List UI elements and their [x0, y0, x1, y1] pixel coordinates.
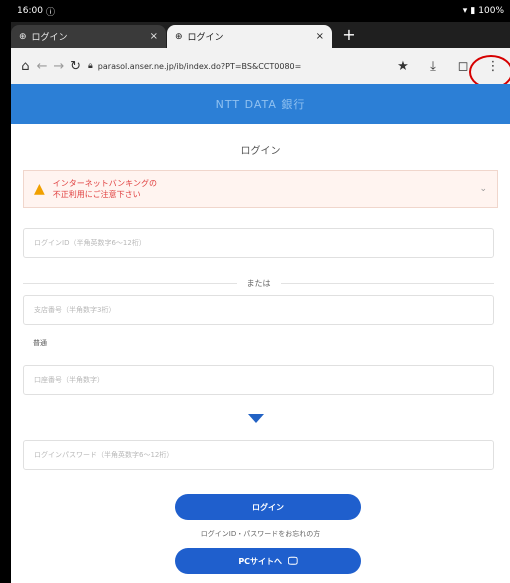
- tab-strip: ⊕ ログイン × ⊕ ログイン × +: [11, 22, 510, 48]
- site-header: NTT DATA 銀行: [11, 84, 510, 124]
- or-text: または: [246, 278, 271, 288]
- tab-login-1[interactable]: ⊕ ログイン ×: [11, 25, 166, 48]
- account-type-label: 普通: [33, 339, 47, 347]
- new-tab-button[interactable]: +: [339, 25, 359, 45]
- site-title: NTT DATA 銀行: [215, 98, 306, 111]
- forward-arrow-icon[interactable]: →: [51, 55, 68, 77]
- globe-icon: ⊕: [175, 31, 183, 42]
- more-menu-icon[interactable]: ⋮: [482, 55, 504, 77]
- divider-line: [280, 282, 494, 284]
- home-icon[interactable]: ⌂: [17, 55, 34, 77]
- lock-icon: 🔒︎: [88, 61, 93, 71]
- battery-icon: ▮: [470, 6, 476, 16]
- device-screen: 16:00 ⓘ ▾ ▮ 100% ⊕ ログイン × ⊕ ログイン × + ⌂ ←…: [0, 0, 510, 583]
- web-page: NTT DATA 銀行 ログイン ▲ インターネットバンキングの 不正利用にご注…: [11, 84, 510, 583]
- status-left: 16:00 ⓘ: [17, 5, 55, 18]
- warning-line-1: インターネットバンキングの: [52, 179, 157, 188]
- monitor-icon: 🖵︎: [288, 555, 298, 567]
- arrow-down-icon: [248, 414, 264, 423]
- info-icon: ⓘ: [45, 7, 55, 18]
- address-bar[interactable]: 🔒︎ parasol.anser.ne.jp/ib/index.do?PT=BS…: [88, 54, 388, 78]
- star-icon[interactable]: ★: [392, 55, 414, 77]
- divider-line: [23, 282, 237, 284]
- battery-percent: 100%: [478, 6, 504, 16]
- reload-icon[interactable]: ↻: [67, 55, 84, 77]
- tab-title: ログイン: [187, 33, 224, 43]
- tab-login-2[interactable]: ⊕ ログイン ×: [167, 25, 332, 48]
- login-id-input[interactable]: ログインID（半角英数字6〜12桁）: [23, 228, 494, 258]
- url-text: parasol.anser.ne.jp/ib/index.do?PT=BS&CC…: [97, 61, 302, 71]
- globe-icon: ⊕: [19, 31, 27, 42]
- chevron-down-icon[interactable]: ⌄: [479, 184, 487, 194]
- status-bar: 16:00 ⓘ ▾ ▮ 100%: [11, 0, 510, 22]
- page-title: ログイン: [240, 146, 281, 157]
- or-divider: または: [23, 276, 494, 290]
- back-arrow-icon[interactable]: ←: [34, 55, 51, 77]
- warning-text: インターネットバンキングの 不正利用にご注意下さい: [53, 178, 480, 200]
- branch-number-input[interactable]: 支店番号（半角数字3桁）: [23, 295, 494, 325]
- close-icon[interactable]: ×: [316, 31, 324, 42]
- download-icon[interactable]: ⤓: [422, 55, 444, 77]
- warning-line-2: 不正利用にご注意下さい: [52, 190, 141, 199]
- fraud-warning-banner[interactable]: ▲ インターネットバンキングの 不正利用にご注意下さい ⌄: [23, 170, 498, 208]
- wifi-icon: ▾: [462, 6, 468, 16]
- close-icon[interactable]: ×: [150, 31, 158, 42]
- warning-icon: ▲: [34, 181, 45, 197]
- login-button[interactable]: ログイン: [175, 494, 361, 520]
- status-time: 16:00: [17, 6, 43, 16]
- forgot-credentials-link[interactable]: ログインID・パスワードをお忘れの方: [11, 529, 510, 539]
- account-number-input[interactable]: 口座番号（半角数字）: [23, 365, 494, 395]
- tab-title: ログイン: [31, 33, 68, 43]
- pc-site-label: PCサイトへ: [238, 556, 283, 566]
- toolbar-right: ★ ⤓ ◻ ⋮: [392, 55, 504, 77]
- login-button-label: ログイン: [252, 502, 284, 512]
- pc-site-button[interactable]: PCサイトへ 🖵︎: [175, 548, 361, 574]
- browser-toolbar: ⌂ ← → ↻ 🔒︎ parasol.anser.ne.jp/ib/index.…: [11, 48, 510, 84]
- tab-count-icon[interactable]: ◻: [452, 55, 474, 77]
- password-input[interactable]: ログインパスワード（半角英数字6〜12桁）: [23, 440, 494, 470]
- status-right: ▾ ▮ 100%: [463, 6, 504, 16]
